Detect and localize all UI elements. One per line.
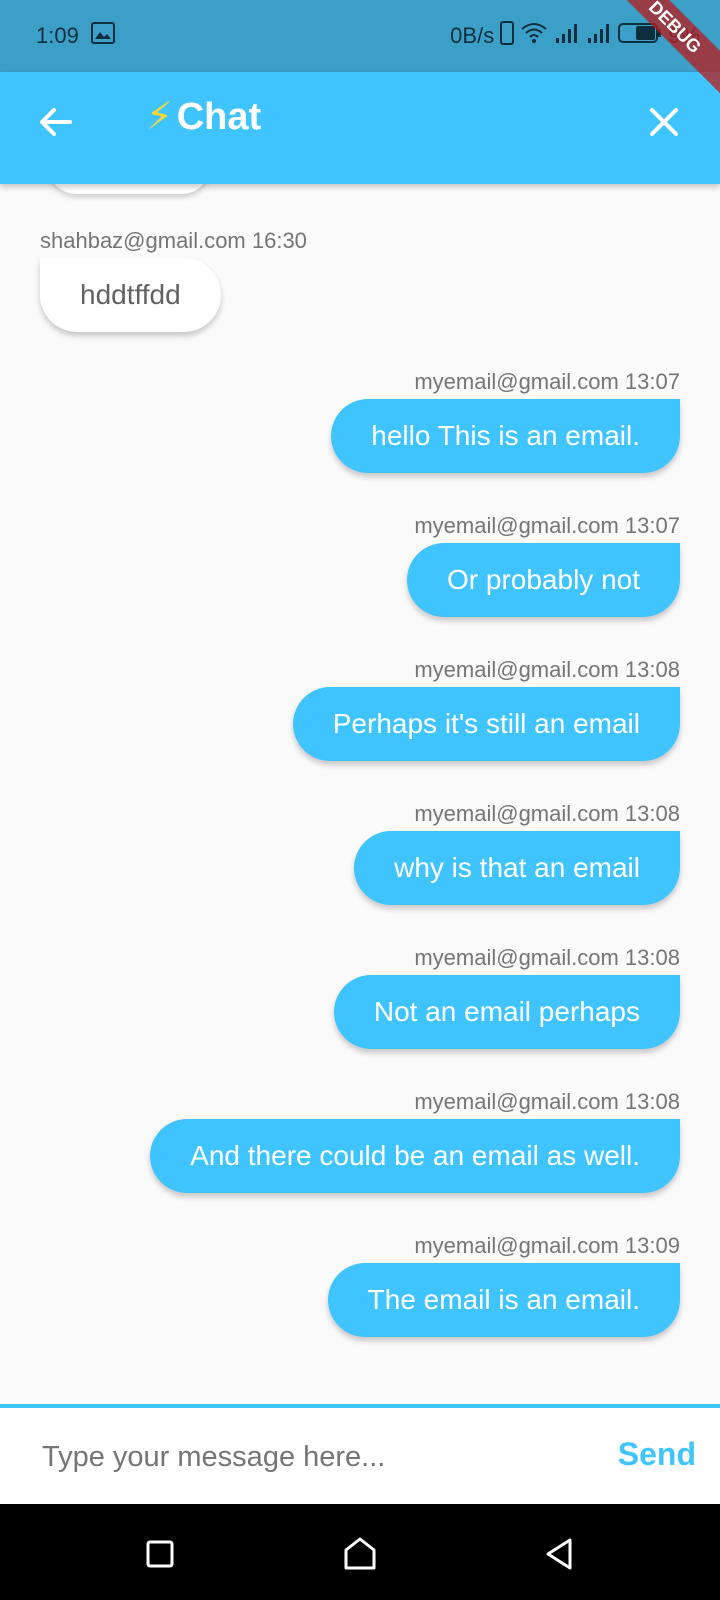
- system-nav-bar: [0, 1504, 720, 1600]
- message-item: shahbaz@gmail.com 16:30 hddtffdd: [40, 228, 307, 332]
- message-item: myemail@gmail.com 13:08 Perhaps it's sti…: [292, 657, 680, 761]
- message-item: myemail@gmail.com 13:08 why is that an e…: [354, 801, 680, 905]
- message-item: myemail@gmail.com 13:09 The email is an …: [327, 1233, 680, 1337]
- wifi-icon: [520, 21, 548, 51]
- message-meta: myemail@gmail.com 13:08: [414, 657, 680, 682]
- message-bubble: hddtffdd: [40, 258, 221, 332]
- network-speed: 0B/s: [450, 23, 495, 48]
- message-bubble: hello This is an email.: [331, 399, 680, 473]
- message-meta: myemail@gmail.com 13:07: [414, 369, 680, 394]
- status-bar: 1:09 0B/s 9%: [0, 0, 720, 72]
- message-composer: Send: [0, 1404, 720, 1504]
- message-meta: myemail@gmail.com 13:08: [414, 1089, 680, 1114]
- page-title: ⚡ Chat: [146, 98, 261, 136]
- message-meta: myemail@gmail.com 13:09: [414, 1233, 680, 1258]
- back-arrow-icon[interactable]: [36, 102, 76, 142]
- message-meta: myemail@gmail.com 13:08: [414, 801, 680, 826]
- message-input[interactable]: [40, 1426, 584, 1488]
- recents-icon[interactable]: [140, 1534, 180, 1574]
- image-icon: [90, 22, 115, 50]
- message-meta: shahbaz@gmail.com 16:30: [40, 228, 307, 253]
- message-meta: myemail@gmail.com 13:07: [414, 513, 680, 538]
- signal-icon: [554, 22, 580, 50]
- message-bubble-partial: [48, 184, 210, 194]
- app-bar: ⚡ Chat: [0, 72, 720, 184]
- message-bubble: Not an email perhaps: [333, 975, 680, 1049]
- signal-icon-2: [586, 22, 612, 50]
- message-item: myemail@gmail.com 13:08 Not an email per…: [333, 945, 680, 1049]
- message-item: myemail@gmail.com 13:07 hello This is an…: [331, 369, 680, 473]
- page-title-text: Chat: [176, 96, 262, 138]
- close-icon[interactable]: [644, 102, 684, 142]
- back-icon[interactable]: [540, 1534, 580, 1574]
- home-icon[interactable]: [340, 1534, 380, 1574]
- message-item: myemail@gmail.com 13:07 Or probably not: [407, 513, 680, 617]
- lightning-icon: ⚡: [146, 96, 173, 138]
- message-list[interactable]: shahbaz@gmail.com 16:30 hddtffdd myemail…: [0, 184, 720, 1404]
- message-item: myemail@gmail.com 13:08 And there could …: [150, 1089, 680, 1193]
- message-bubble: Perhaps it's still an email: [292, 687, 680, 761]
- message-bubble: Or probably not: [407, 543, 680, 617]
- message-bubble: And there could be an email as well.: [150, 1119, 680, 1193]
- message-bubble: The email is an email.: [327, 1263, 680, 1337]
- message-bubble: why is that an email: [354, 831, 680, 905]
- vibrate-icon: [500, 21, 515, 51]
- message-meta: myemail@gmail.com 13:08: [414, 945, 680, 970]
- send-button[interactable]: Send: [618, 1434, 696, 1474]
- status-time: 1:09: [36, 23, 79, 48]
